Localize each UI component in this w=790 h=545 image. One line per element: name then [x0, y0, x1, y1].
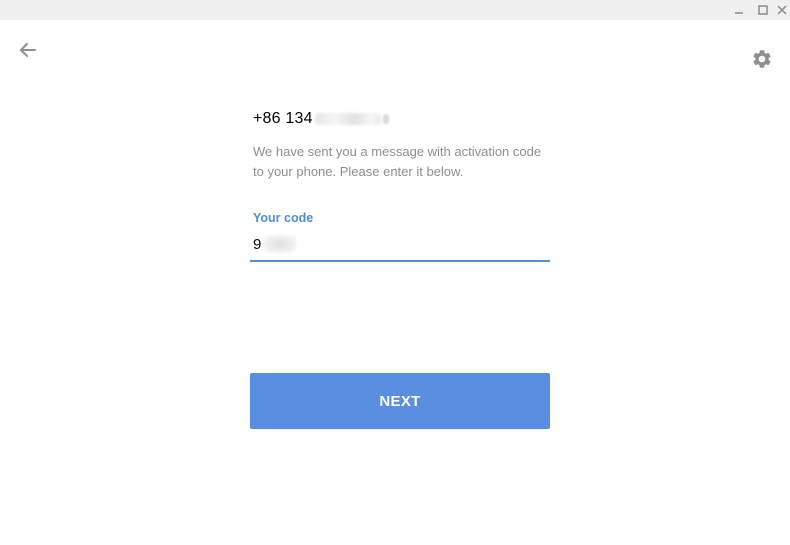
code-visible-value: 9: [253, 235, 262, 253]
minimize-icon: [735, 12, 743, 14]
gear-icon: [753, 50, 771, 68]
close-button[interactable]: [774, 0, 790, 20]
phone-suffix-mask: [382, 113, 389, 124]
activation-description: We have sent you a message with activati…: [253, 144, 542, 179]
close-icon: [777, 5, 787, 15]
code-input[interactable]: 9: [250, 228, 550, 262]
maximize-button[interactable]: [752, 0, 774, 20]
code-field-label: Your code: [253, 211, 314, 225]
phone-number: +86 134: [253, 110, 389, 128]
arrow-left-icon: [20, 43, 36, 57]
code-redaction: [263, 235, 298, 253]
phone-prefix: +86 134: [253, 110, 313, 127]
phone-redaction: [314, 112, 381, 125]
back-button[interactable]: [16, 38, 40, 62]
minimize-button[interactable]: [728, 0, 750, 20]
settings-button[interactable]: [749, 46, 775, 72]
maximize-icon: [758, 5, 768, 15]
next-button[interactable]: NEXT: [250, 373, 550, 429]
window-titlebar: [0, 0, 790, 20]
